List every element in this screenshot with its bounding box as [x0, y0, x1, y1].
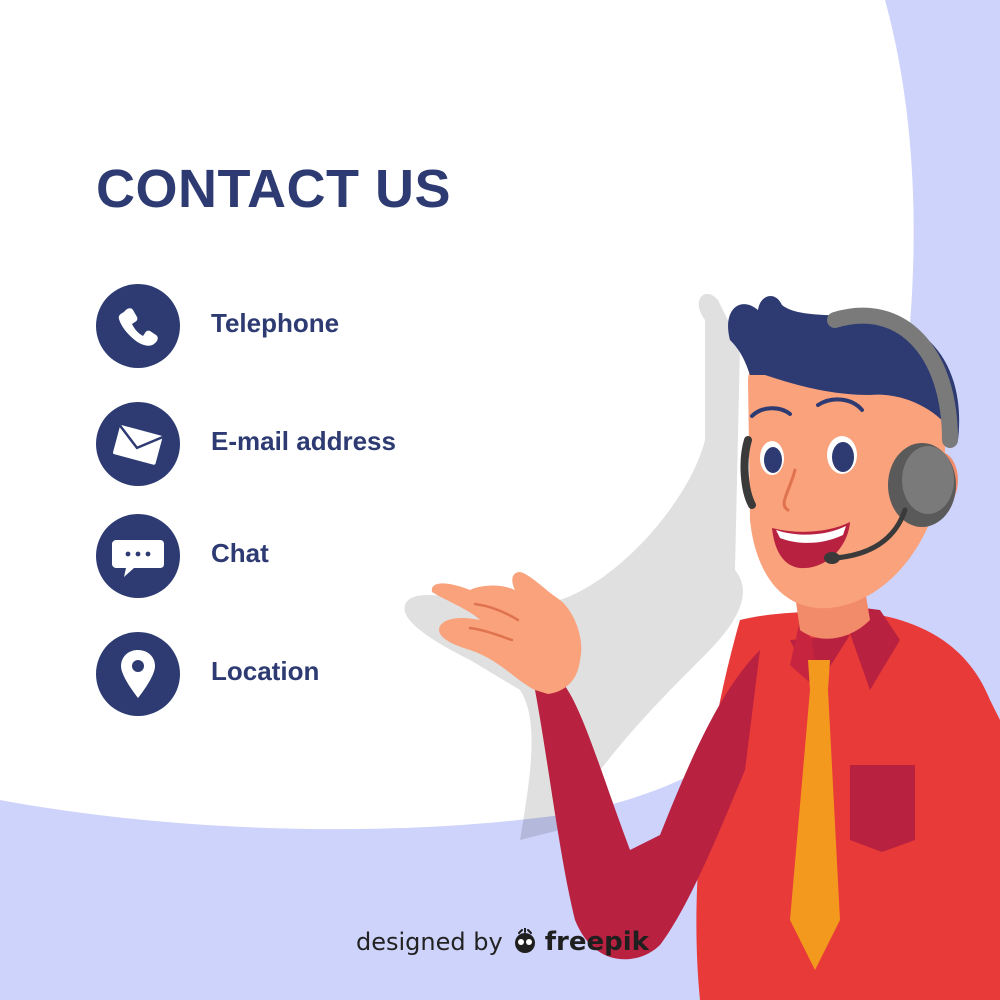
agent-head	[728, 295, 960, 639]
freepik-logo-icon	[514, 928, 535, 953]
contact-us-poster: CONTACT US Telephone E-mail address Chat…	[0, 0, 1000, 1000]
support-agent-illustration	[404, 293, 1000, 1000]
credit-prefix: designed by	[356, 928, 503, 956]
credit-brand: freepik	[544, 927, 649, 957]
freepik-credit[interactable]: designed by freepik	[356, 924, 649, 960]
